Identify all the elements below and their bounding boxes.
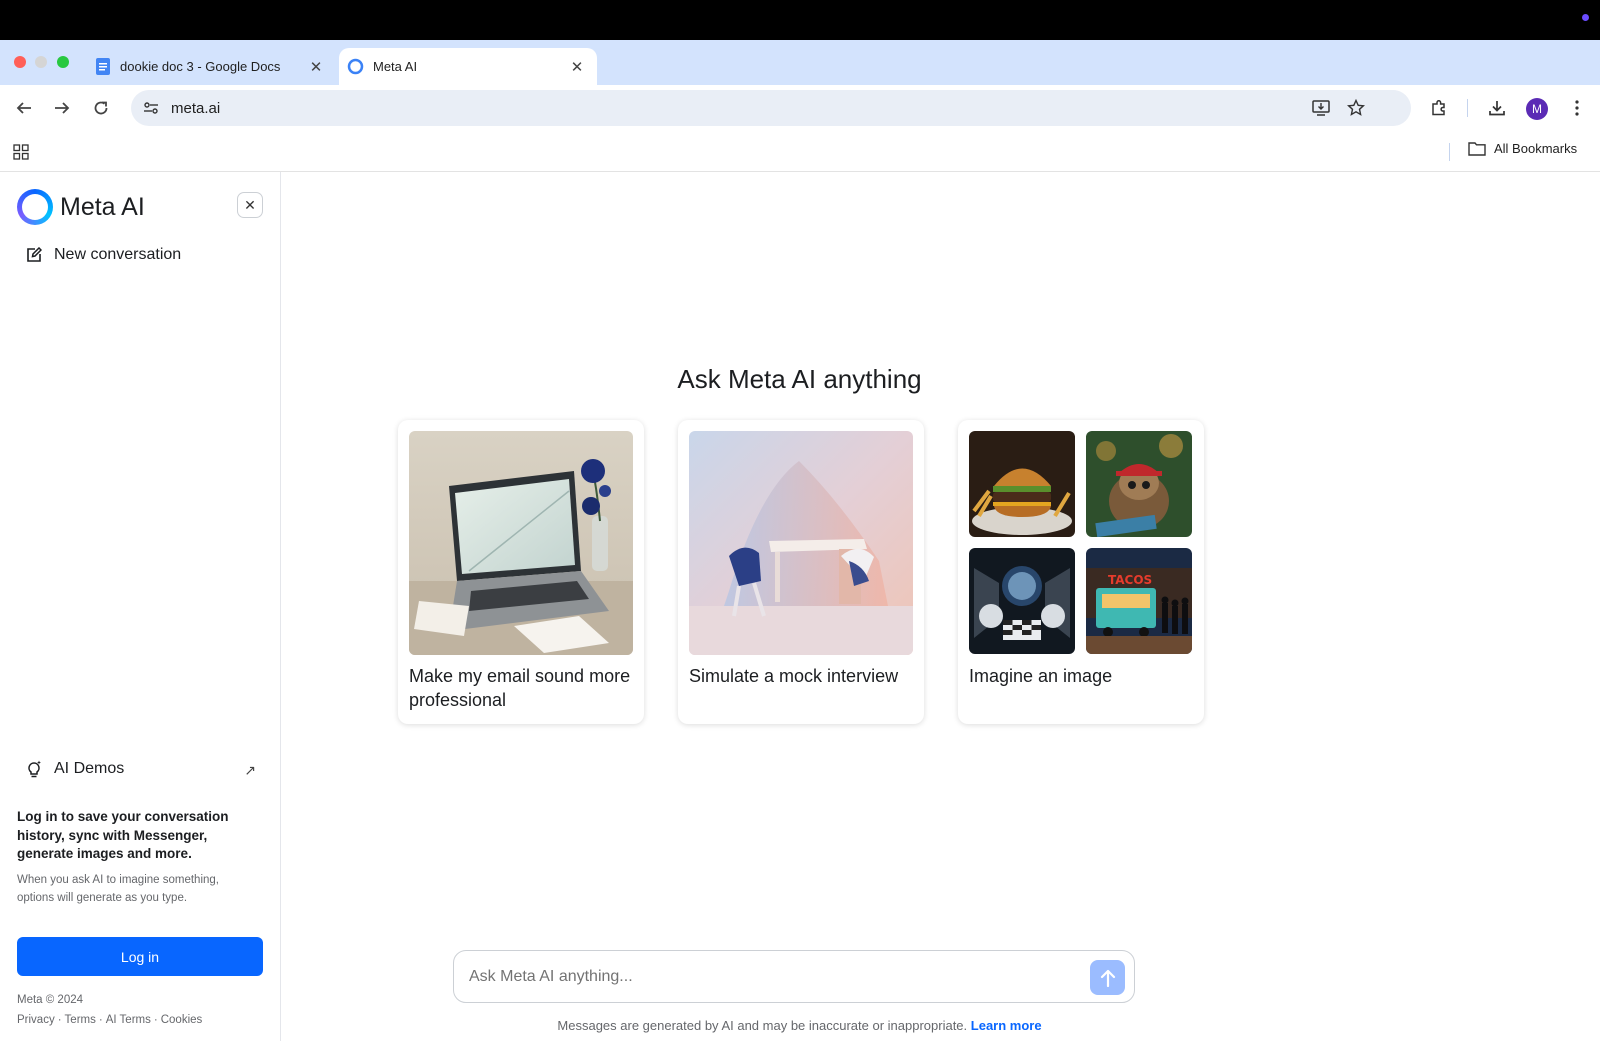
status-indicator	[1582, 14, 1589, 21]
external-arrow-icon: ↗	[244, 762, 256, 778]
message-composer	[453, 950, 1135, 1003]
disclaimer-text: Messages are generated by AI and may be …	[557, 1018, 968, 1033]
bookmark-star-icon[interactable]	[1346, 98, 1366, 117]
meta-ai-ring-icon	[17, 189, 53, 225]
svg-text:TACOS: TACOS	[1108, 573, 1152, 587]
lightbulb-sparkle-icon	[28, 760, 41, 778]
compose-icon	[27, 247, 42, 262]
terms-link[interactable]: Terms	[65, 1014, 96, 1026]
folder-icon	[1468, 142, 1486, 156]
browser-toolbar: meta.ai	[0, 85, 1600, 131]
login-prompt-subtext: When you ask AI to imagine something, op…	[17, 874, 219, 904]
tab-title: dookie doc 3 - Google Docs	[120, 59, 281, 74]
google-docs-icon	[94, 58, 111, 75]
extensions-puzzle-icon[interactable]	[1429, 98, 1449, 118]
send-button[interactable]	[1090, 960, 1125, 995]
card-label: Make my email sound more professional	[409, 666, 631, 710]
prompt-card-interview[interactable]: Simulate a mock interview	[678, 420, 924, 724]
laptop-rose-image	[409, 431, 633, 655]
tab-meta-ai[interactable]: Meta AI ✕	[339, 48, 597, 85]
tab-title: Meta AI	[373, 59, 418, 74]
install-app-icon[interactable]	[1312, 99, 1330, 117]
card-label: Simulate a mock interview	[689, 666, 899, 686]
sidebar: Meta AI ✕ New conversation AI Demos ↗ Lo…	[0, 172, 281, 1041]
card-label: Imagine an image	[969, 666, 1113, 686]
bookmarks-bar: All Bookmarks	[0, 131, 1600, 172]
image-grid: TACOS	[969, 431, 1193, 655]
sloth-image	[1086, 431, 1192, 537]
login-button[interactable]: Log in	[17, 937, 263, 976]
prompt-card-email[interactable]: Make my email sound more professional	[398, 420, 644, 724]
browser-menu-icon[interactable]	[1567, 98, 1587, 118]
page-title: Ask Meta AI anything	[677, 364, 922, 394]
burger-image	[969, 431, 1075, 537]
meta-ai-icon	[347, 58, 364, 75]
tab-close-icon[interactable]: ✕	[567, 57, 587, 77]
site-settings-icon[interactable]	[143, 100, 159, 116]
meta-ai-logo[interactable]: Meta AI	[17, 189, 145, 225]
prompt-card-imagine[interactable]: TACOS Imagine an image	[958, 420, 1204, 724]
cookies-link[interactable]: Cookies	[161, 1014, 203, 1026]
ai-terms-link[interactable]: AI Terms	[106, 1014, 151, 1026]
window-minimize-button[interactable]	[35, 56, 47, 68]
forward-arrow-icon[interactable]	[47, 93, 77, 123]
toolbar-divider	[1467, 99, 1468, 117]
brand-name: Meta AI	[60, 192, 145, 221]
privacy-link[interactable]: Privacy	[17, 1014, 55, 1026]
all-bookmarks-button[interactable]: All Bookmarks	[1468, 141, 1577, 156]
tab-google-docs[interactable]: dookie doc 3 - Google Docs ✕	[86, 48, 336, 85]
tab-strip: dookie doc 3 - Google Docs ✕ Meta AI ✕ +	[0, 40, 1600, 117]
all-bookmarks-label: All Bookmarks	[1494, 141, 1578, 156]
ai-demos-link[interactable]: AI Demos ↗	[26, 760, 256, 778]
url-text: meta.ai	[171, 100, 221, 117]
copyright-text: Meta © 2024	[17, 994, 84, 1006]
main-content: Ask Meta AI anything Make my email sound…	[282, 172, 1600, 1041]
tab-close-icon[interactable]: ✕	[306, 57, 326, 77]
learn-more-link[interactable]: Learn more	[971, 1018, 1042, 1033]
astronauts-chess-image	[969, 548, 1075, 654]
new-conversation-label: New conversation	[54, 246, 182, 263]
address-bar[interactable]: meta.ai	[131, 90, 1411, 126]
profile-avatar[interactable]: M	[1526, 98, 1548, 120]
reload-icon[interactable]	[86, 93, 116, 123]
downloads-icon[interactable]	[1487, 98, 1507, 118]
ai-demos-label: AI Demos	[54, 760, 125, 777]
ai-disclaimer: Messages are generated by AI and may be …	[282, 1018, 1317, 1033]
message-input[interactable]	[469, 965, 1069, 989]
back-arrow-icon[interactable]	[9, 93, 39, 123]
os-top-bar	[0, 0, 1600, 40]
arrow-up-icon	[1100, 969, 1115, 987]
footer-links: Privacy · Terms · AI Terms · Cookies	[17, 1014, 203, 1026]
new-conversation-button[interactable]: New conversation	[26, 246, 181, 264]
window-close-button[interactable]	[14, 56, 26, 68]
window-zoom-button[interactable]	[57, 56, 69, 68]
taco-truck-image: TACOS	[1086, 548, 1192, 654]
login-prompt-heading: Log in to save your conversation history…	[17, 809, 229, 861]
desk-chairs-image	[689, 431, 913, 655]
bookmarks-divider	[1449, 143, 1450, 161]
apps-grid-icon[interactable]	[13, 144, 29, 160]
close-sidebar-icon[interactable]: ✕	[237, 192, 263, 218]
